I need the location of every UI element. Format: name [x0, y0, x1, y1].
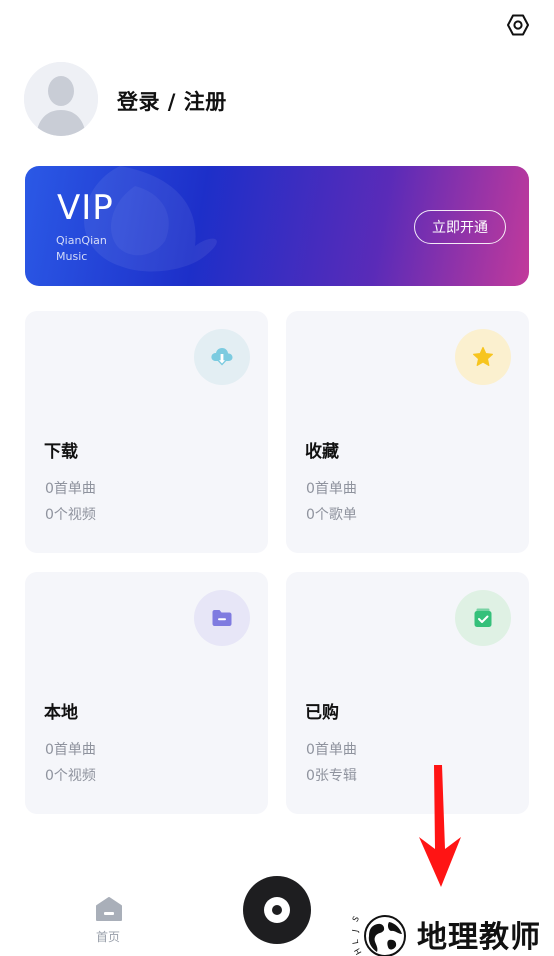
play-disc-button[interactable]	[243, 876, 311, 944]
svg-text:L: L	[351, 938, 360, 944]
card-title: 已购	[305, 703, 339, 723]
home-icon[interactable]	[93, 896, 125, 922]
card-song-count: 0首单曲	[306, 481, 357, 497]
card-title: 下载	[44, 442, 78, 462]
card-local[interactable]: 本地 0首单曲 0个视频	[25, 572, 268, 814]
star-icon	[455, 329, 511, 385]
card-playlist-count: 0个歌单	[306, 507, 357, 523]
card-purchased[interactable]: 已购 0首单曲 0张专辑	[286, 572, 529, 814]
card-download[interactable]: 下载 0首单曲 0个视频	[25, 311, 268, 553]
vip-banner[interactable]: VIP QianQian Music 立即开通	[25, 166, 529, 286]
folder-icon	[194, 590, 250, 646]
watermark: S J L H 地理教师	[351, 900, 554, 956]
svg-text:J: J	[351, 929, 360, 934]
globe-logo-icon: S J L H	[351, 915, 406, 956]
card-song-count: 0首单曲	[306, 742, 357, 758]
login-register-link[interactable]: 登录 / 注册	[117, 86, 227, 116]
disc-hole	[272, 905, 282, 915]
card-favorites[interactable]: 收藏 0首单曲 0个歌单	[286, 311, 529, 553]
watermark-text: 地理教师	[417, 920, 541, 955]
cloud-download-icon	[194, 329, 250, 385]
disc-center-icon	[264, 897, 290, 923]
avatar[interactable]	[24, 62, 98, 136]
card-title: 收藏	[305, 442, 339, 462]
card-song-count: 0首单曲	[45, 742, 96, 758]
vip-subtitle: QianQian Music	[56, 234, 107, 263]
svg-text:S: S	[351, 915, 361, 924]
avatar-placeholder-icon	[24, 62, 98, 136]
vip-title: VIP	[57, 188, 114, 228]
card-song-count: 0首单曲	[45, 481, 96, 497]
tab-home-label[interactable]: 首页	[96, 928, 120, 945]
gear-icon[interactable]	[506, 13, 530, 37]
svg-text:H: H	[353, 947, 364, 956]
card-video-count: 0个视频	[45, 507, 96, 523]
card-title: 本地	[44, 703, 78, 723]
card-album-count: 0张专辑	[306, 768, 357, 784]
card-video-count: 0个视频	[45, 768, 96, 784]
shopping-bag-icon	[455, 590, 511, 646]
red-arrow-annotation	[419, 765, 461, 887]
vip-activate-button[interactable]: 立即开通	[414, 210, 506, 244]
